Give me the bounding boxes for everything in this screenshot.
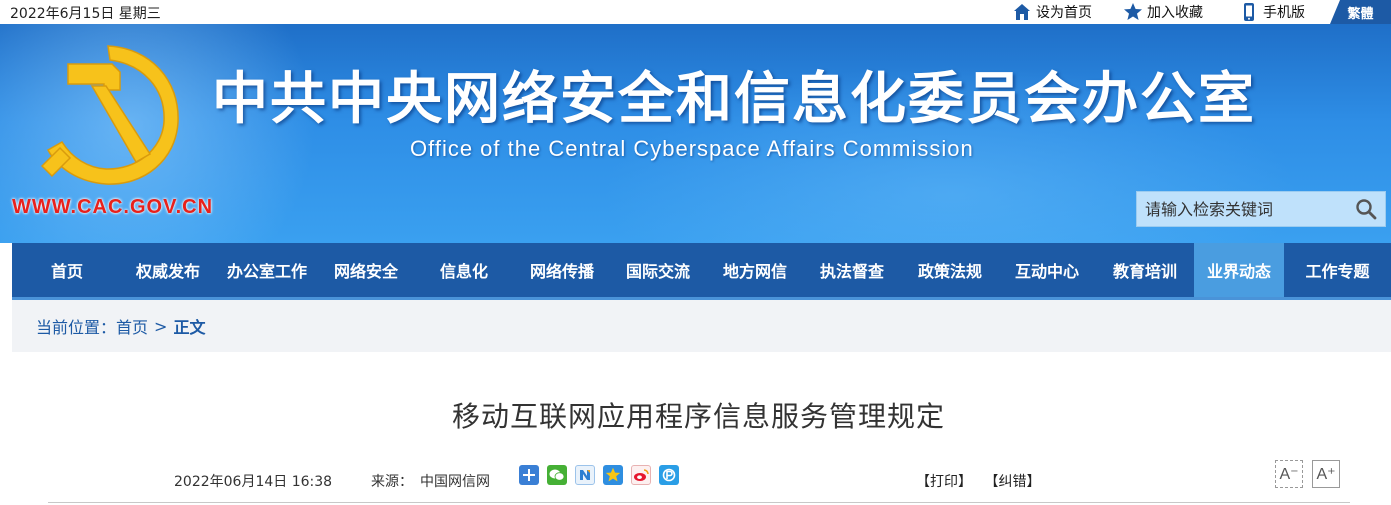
main-nav: 首页 权威发布 办公室工作 网络安全 信息化 网络传播 国际交流 地方网信 执法…	[12, 243, 1391, 300]
current-date: 2022年6月15日 星期三	[10, 6, 161, 22]
site-banner: 中共中央网络安全和信息化委员会办公室 Office of the Central…	[0, 24, 1391, 243]
article-title: 移动互联网应用程序信息服务管理规定	[451, 400, 945, 433]
nav-item-informatization[interactable]: 信息化	[412, 243, 516, 297]
font-larger-button[interactable]: A⁺	[1312, 460, 1340, 488]
breadcrumb-separator: >	[154, 316, 168, 336]
article-source: 中国网信网	[420, 474, 490, 490]
mobile-version-link[interactable]: 手机版	[1239, 2, 1305, 22]
home-icon	[1014, 4, 1030, 20]
nav-item-home[interactable]: 首页	[12, 243, 122, 297]
nav-item-interaction[interactable]: 互动中心	[998, 243, 1096, 297]
divider	[48, 502, 1350, 503]
star-icon	[1124, 3, 1142, 20]
nav-item-industry-news[interactable]: 业界动态	[1194, 243, 1284, 297]
wechat-icon[interactable]	[547, 465, 567, 485]
plus-share-icon[interactable]	[519, 465, 539, 485]
p-share-icon[interactable]	[659, 465, 679, 485]
font-smaller-button[interactable]: A⁻	[1275, 460, 1303, 488]
breadcrumb-home-link[interactable]: 首页	[116, 314, 148, 338]
traditional-chinese-button[interactable]: 繁體	[1330, 0, 1391, 24]
share-buttons	[519, 465, 679, 485]
search-input[interactable]	[1137, 192, 1347, 226]
nav-item-office-work[interactable]: 办公室工作	[214, 243, 320, 297]
qzone-icon[interactable]	[603, 465, 623, 485]
source-label: 来源：	[371, 474, 413, 490]
breadcrumb-prefix: 当前位置：	[36, 318, 117, 337]
nav-item-network-communication[interactable]: 网络传播	[516, 243, 608, 297]
site-subtitle-english: Office of the Central Cyberspace Affairs…	[410, 136, 974, 161]
nav-item-special-topics[interactable]: 工作专题	[1284, 243, 1391, 297]
nav-item-international[interactable]: 国际交流	[608, 243, 708, 297]
breadcrumb-current: 正文	[173, 318, 206, 337]
phone-icon	[1244, 3, 1254, 21]
set-home-label: 设为首页	[1036, 5, 1092, 21]
site-url: WWW.CAC.GOV.CN	[12, 196, 214, 218]
search-icon[interactable]	[1355, 198, 1377, 220]
report-error-link[interactable]: 【纠错】	[984, 474, 1040, 490]
mobile-version-label: 手机版	[1263, 5, 1305, 21]
party-emblem-icon	[40, 45, 179, 185]
nav-item-cyber-security[interactable]: 网络安全	[320, 243, 412, 297]
set-home-link[interactable]: 设为首页	[1012, 2, 1092, 22]
add-favorite-link[interactable]: 加入收藏	[1123, 2, 1203, 22]
nav-item-education[interactable]: 教育培训	[1096, 243, 1194, 297]
site-title: 中共中央网络安全和信息化委员会办公室	[212, 67, 1256, 132]
article-datetime: 2022年06月14日 16:38	[174, 474, 333, 490]
nav-item-authoritative[interactable]: 权威发布	[122, 243, 214, 297]
nav-item-local[interactable]: 地方网信	[708, 243, 802, 297]
breadcrumb: 当前位置： 首页 > 正文	[12, 300, 1391, 352]
n-share-icon[interactable]	[575, 465, 595, 485]
nav-item-law-enforcement[interactable]: 执法督查	[802, 243, 902, 297]
top-bar: 2022年6月15日 星期三 设为首页 加入收藏 手机版 繁體	[0, 0, 1391, 24]
search-box	[1136, 191, 1386, 227]
article-actions: 【打印】 【纠错】	[916, 471, 1048, 491]
add-favorite-label: 加入收藏	[1147, 5, 1203, 21]
print-link[interactable]: 【打印】	[916, 474, 972, 490]
weibo-icon[interactable]	[631, 465, 651, 485]
nav-item-policy[interactable]: 政策法规	[902, 243, 998, 297]
